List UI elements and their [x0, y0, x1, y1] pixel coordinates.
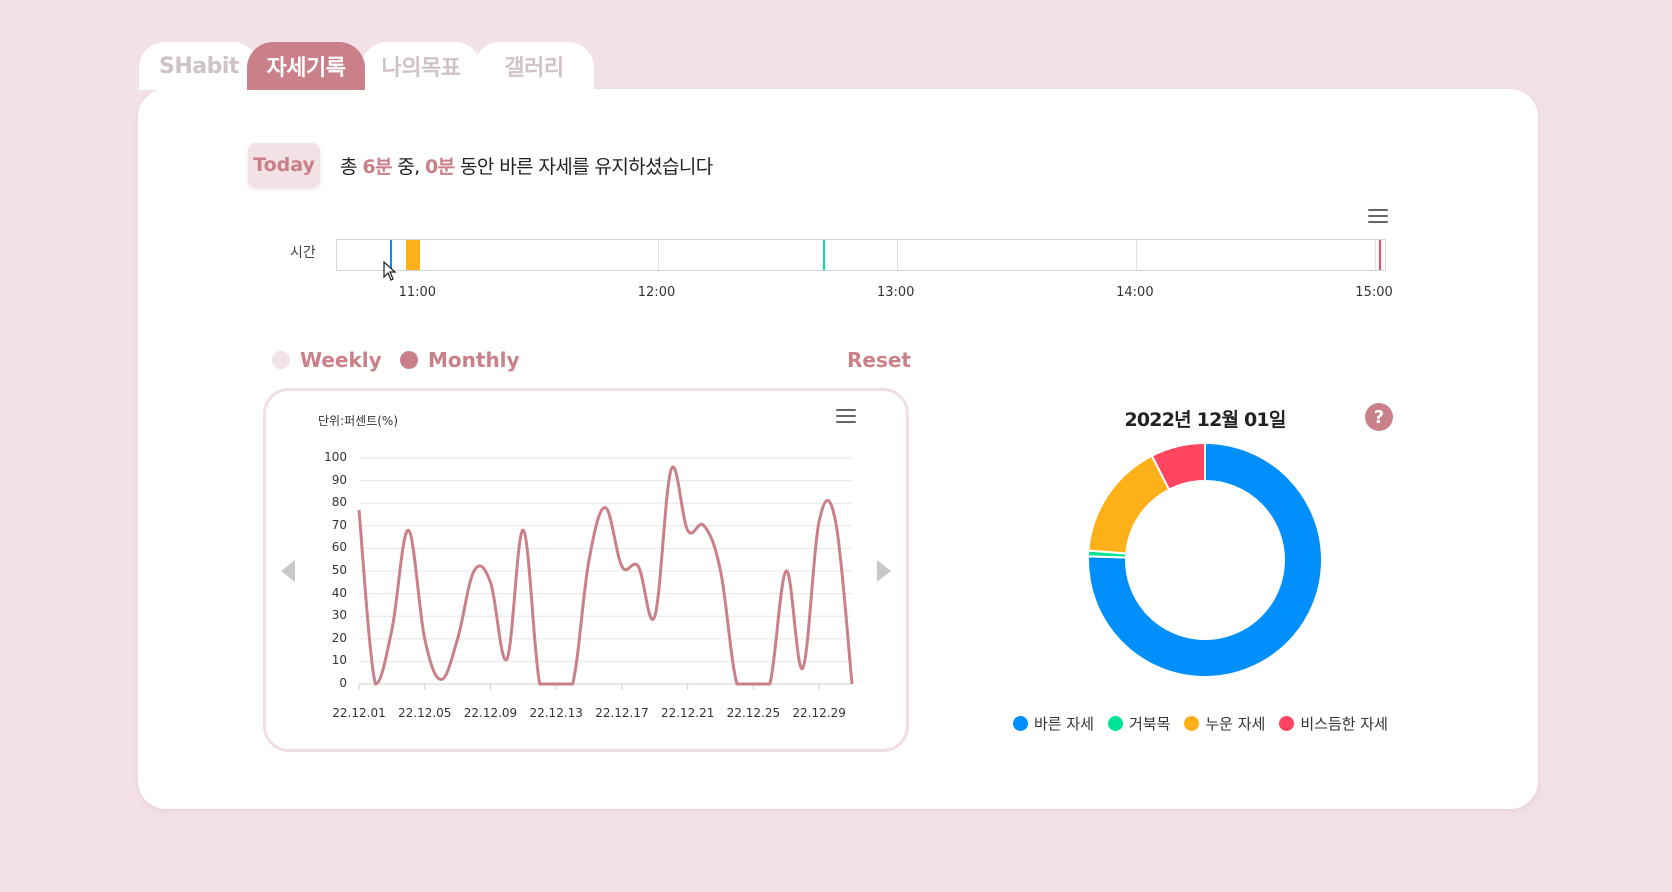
x-tick-label: 22.12.13	[529, 706, 583, 720]
tab-posture-record[interactable]: 자세기록	[247, 42, 365, 90]
posture-timeline	[336, 239, 1386, 271]
pie-chart-title: 2022년 12월 01일	[1124, 409, 1286, 431]
today-button[interactable]: Today	[248, 143, 320, 187]
chart-menu-icon[interactable]	[836, 409, 856, 423]
total-time: 6분	[362, 156, 392, 178]
timeline-segment[interactable]	[1379, 240, 1382, 270]
legend-item-slanted[interactable]: 비스듬한 자세	[1279, 713, 1388, 734]
weekly-radio-icon	[272, 351, 290, 369]
legend-item-lying[interactable]: 누운 자세	[1184, 713, 1265, 734]
legend-dot-icon	[1184, 716, 1200, 731]
x-tick-label: 22.12.21	[660, 706, 715, 720]
timeline-gridline	[1375, 240, 1377, 270]
timeline-menu-icon[interactable]	[1368, 209, 1388, 223]
y-tick-label: 0	[339, 676, 347, 690]
x-tick-label: 22.12.05	[398, 706, 452, 720]
tab-shabit[interactable]: SHabit	[139, 42, 259, 90]
tab-bar: SHabit 자세기록 나의목표 갤러리	[139, 42, 599, 90]
timeline-gridline	[1135, 240, 1137, 270]
chart-unit-label: 단위:퍼센트(%)	[318, 414, 399, 428]
timeline-row-label: 시간	[290, 245, 316, 261]
y-tick-label: 30	[331, 608, 347, 623]
help-icon[interactable]: ?	[1365, 403, 1393, 431]
monthly-toggle[interactable]: Monthly	[400, 348, 520, 372]
line-chart-panel	[263, 388, 909, 752]
legend-dot-icon	[1279, 716, 1295, 731]
pie-legend: 바른 자세 거북목 누운 자세 비스듬한 자세	[1013, 713, 1402, 734]
y-tick-label: 20	[331, 630, 347, 645]
reset-button[interactable]: Reset	[847, 348, 911, 372]
timeline-tick-label: 14:00	[1116, 285, 1154, 300]
timeline-tick-label: 15:00	[1355, 285, 1393, 300]
y-tick-label: 60	[331, 540, 347, 555]
timeline-gridline	[896, 240, 898, 270]
x-tick-label: 22.12.29	[792, 706, 846, 720]
next-arrow-icon[interactable]	[877, 560, 891, 582]
x-tick-label: 22.12.09	[463, 706, 518, 720]
timeline-tick-label: 13:00	[876, 285, 915, 300]
legend-item-turtle-neck[interactable]: 거북목	[1107, 713, 1170, 734]
x-tick-label: 22.12.17	[595, 706, 649, 720]
y-tick-label: 40	[331, 585, 347, 600]
y-tick-label: 100	[324, 450, 347, 464]
weekly-toggle[interactable]: Weekly	[272, 348, 382, 372]
y-tick-label: 80	[331, 495, 347, 510]
legend-dot-icon	[1107, 716, 1123, 731]
posture-summary: 총 6분 중, 0분 동안 바른 자세를 유지하셨습니다	[340, 156, 713, 178]
timeline-segment[interactable]	[822, 240, 825, 270]
x-tick-label: 22.12.25	[726, 706, 781, 720]
timeline-segment[interactable]	[406, 240, 421, 270]
legend-dot-icon	[1013, 716, 1028, 731]
y-tick-label: 10	[331, 653, 347, 668]
legend-item-correct[interactable]: 바른 자세	[1013, 713, 1094, 734]
timeline-tick-label: 12:00	[637, 285, 676, 300]
prev-arrow-icon[interactable]	[281, 560, 295, 582]
timeline-tick-label: 11:00	[398, 285, 437, 300]
tab-gallery[interactable]: 갤러리	[474, 42, 594, 90]
correct-time: 0분	[425, 156, 455, 178]
x-tick-label: 22.12.01	[332, 706, 386, 720]
y-tick-label: 90	[331, 472, 347, 487]
timeline-gridline	[657, 240, 659, 270]
y-tick-label: 50	[331, 563, 347, 577]
y-tick-label: 70	[331, 517, 347, 532]
monthly-radio-icon	[400, 351, 418, 369]
tab-my-goal[interactable]: 나의목표	[361, 42, 481, 90]
mouse-cursor-icon	[383, 261, 397, 281]
